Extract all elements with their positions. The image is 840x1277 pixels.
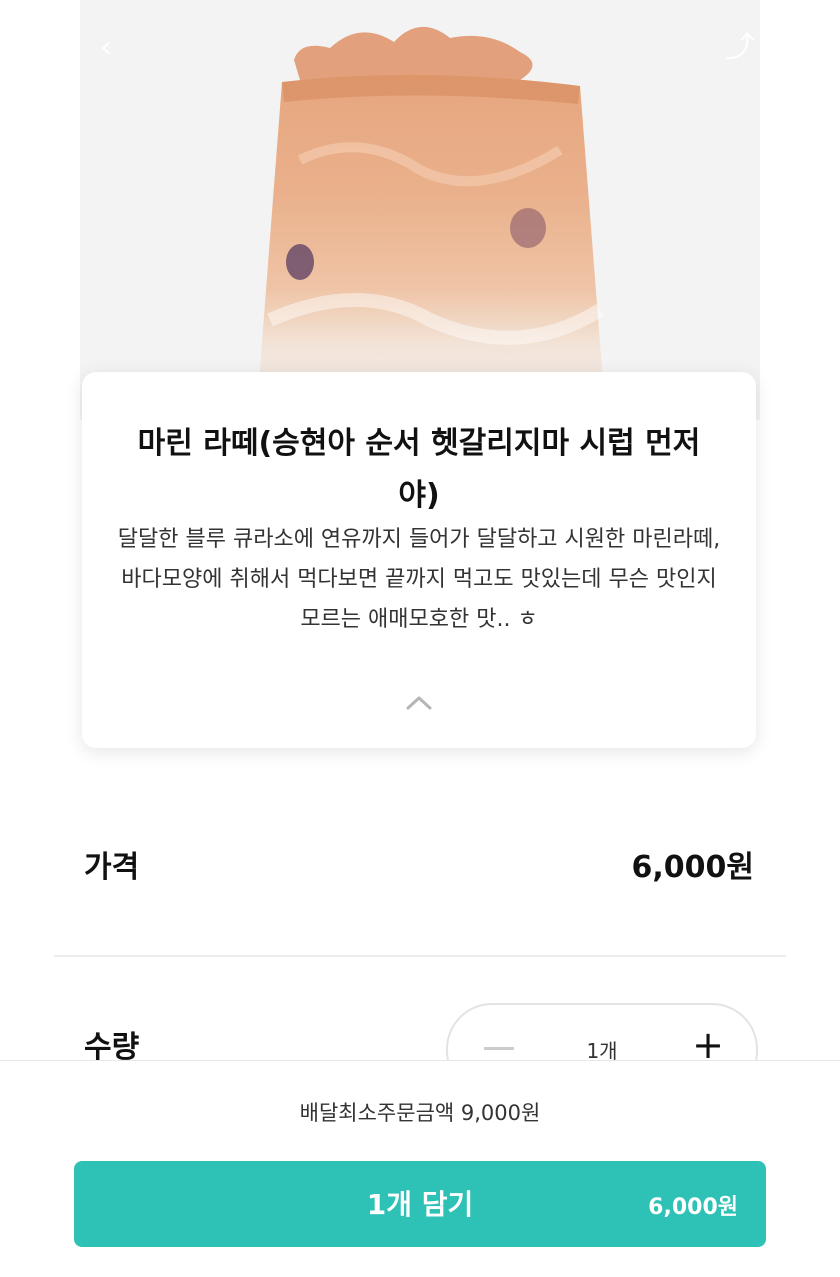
drink-image [256,26,606,420]
menu-title: 마린 라떼(승현아 순서 헷갈리지마 시럽 먼저야) [137,426,701,513]
add-to-cart-price: 6,000원 [648,1195,738,1220]
menu-description: 달달한 블루 큐라소에 연유까지 들어가 달달하고 시원한 마린라떼, 바다모양… [117,527,721,632]
price-label: 가격 [84,850,140,885]
minus-icon[interactable] [484,1047,514,1050]
price-value: 6,000원 [631,850,755,885]
menu-info-card: 마린 라떼(승현아 순서 헷갈리지마 시럽 먼저야) 달달한 블루 큐라소에 연… [82,372,756,748]
chevron-up-icon[interactable] [404,690,434,714]
divider [54,955,786,957]
add-to-cart-button[interactable]: 1개 담기 6,000원 [74,1161,766,1247]
back-arrow-icon[interactable]: ‹ [86,28,126,68]
product-image-area: ‹ ⤴ [0,0,840,420]
minimum-order-text: 배달최소주문금액 9,000원 [299,1101,541,1125]
share-icon[interactable]: ⤴ [720,28,760,68]
bottom-bar: 배달최소주문금액 9,000원 1개 담기 6,000원 [0,1060,840,1277]
